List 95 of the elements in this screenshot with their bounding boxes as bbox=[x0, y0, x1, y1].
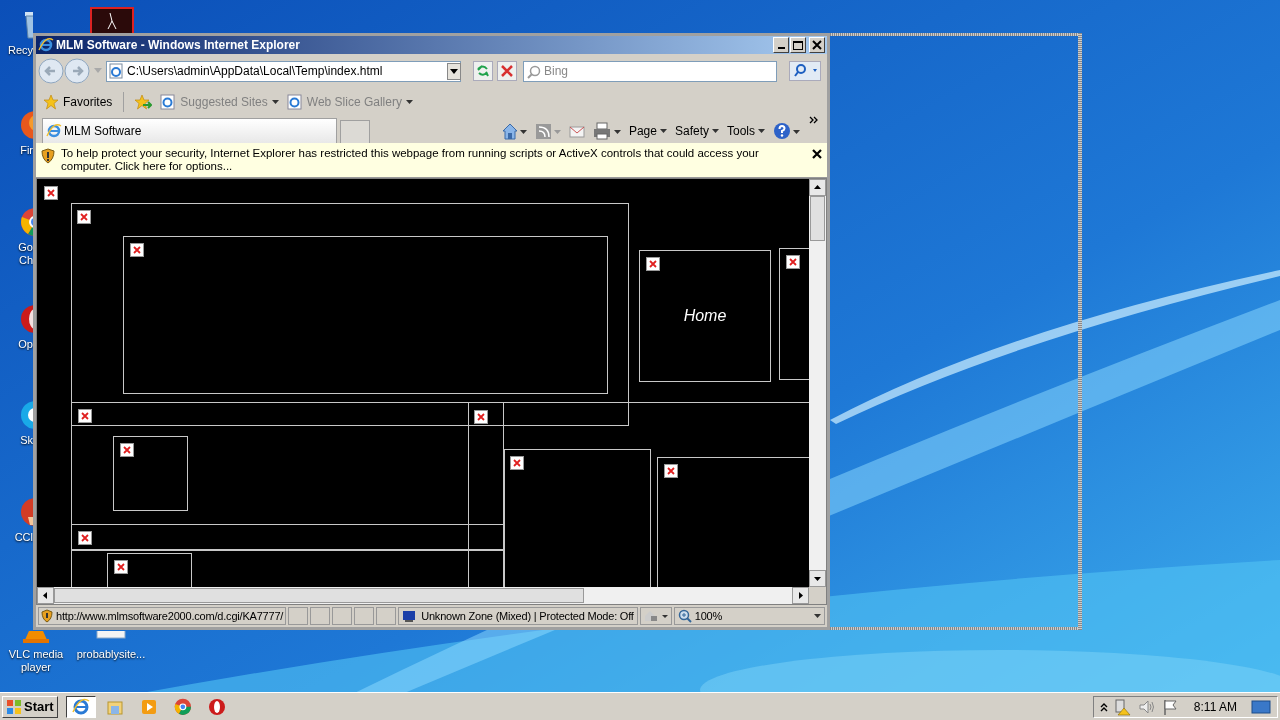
browser-logo-icon bbox=[46, 123, 62, 139]
network-warning-icon[interactable] bbox=[1113, 697, 1132, 716]
caret-icon bbox=[659, 128, 667, 133]
overflow-chevron-icon[interactable] bbox=[809, 116, 819, 126]
scroll-thumb[interactable] bbox=[810, 196, 825, 241]
browser-logo-icon bbox=[70, 696, 91, 717]
search-button[interactable] bbox=[789, 61, 821, 81]
command-menu[interactable]: Safety bbox=[674, 121, 719, 140]
scroll-right-button[interactable] bbox=[792, 587, 809, 604]
broken-image-icon bbox=[786, 255, 800, 269]
broken-image-icon bbox=[130, 243, 144, 257]
home-icon[interactable] bbox=[500, 121, 527, 140]
broken-image-icon bbox=[474, 410, 488, 424]
command-menu[interactable]: Tools bbox=[727, 121, 765, 140]
maximize-icon bbox=[793, 40, 803, 50]
broken-image-icon bbox=[114, 560, 128, 574]
flag-icon[interactable] bbox=[1161, 697, 1180, 716]
page-icon bbox=[109, 63, 123, 79]
caret-icon bbox=[271, 100, 279, 104]
security-zone: Unknown Zone (Mixed) | Protected Mode: Off bbox=[421, 608, 634, 624]
horizontal-scrollbar[interactable] bbox=[37, 587, 809, 604]
mail-icon[interactable] bbox=[568, 123, 585, 138]
clock[interactable]: 8:11 AM bbox=[1193, 697, 1237, 716]
feed-icon[interactable] bbox=[534, 121, 561, 140]
window-title: MLM Software - Windows Internet Explorer bbox=[56, 37, 300, 54]
close-icon bbox=[812, 40, 822, 50]
browser-tab[interactable]: MLM Software bbox=[42, 118, 337, 143]
stop-button[interactable] bbox=[497, 61, 517, 81]
broken-image-icon bbox=[120, 443, 134, 457]
desktop-icon[interactable] bbox=[90, 7, 134, 33]
desktop-icon-label[interactable]: probablysite... bbox=[76, 648, 146, 661]
info-bar[interactable]: To help protect your security, Internet Explorer has restricted this webpage from running scripts or ActiveX controls that could access your computer. Click here for options... bbox=[36, 143, 827, 178]
desktop-icon-label[interactable]: VLC media player bbox=[8, 648, 64, 674]
desktop-icon-label[interactable]: Go Ch bbox=[0, 241, 33, 267]
zoom-button[interactable]: 100% bbox=[673, 607, 825, 625]
favorites-button[interactable]: Favorites bbox=[42, 93, 114, 111]
info-bar-message: To help protect your security, Internet Explorer has restricted this webpage from running scripts or ActiveX controls that could access your computer. Click here for options... bbox=[61, 147, 760, 173]
desktop-icon-label[interactable]: Sk bbox=[0, 434, 33, 447]
desktop-icon-label[interactable]: Op bbox=[0, 338, 33, 351]
show-hidden-icons[interactable] bbox=[1099, 701, 1108, 712]
scrollbar-corner bbox=[809, 587, 826, 604]
print-icon[interactable] bbox=[592, 121, 621, 140]
status-pane bbox=[376, 607, 397, 625]
search-field[interactable]: Bing bbox=[523, 60, 777, 82]
show-desktop-button[interactable] bbox=[1251, 698, 1271, 715]
broken-image-icon bbox=[77, 210, 91, 224]
maximize-button[interactable] bbox=[790, 37, 806, 53]
desktop-icon-label[interactable]: Recy bbox=[0, 44, 33, 57]
star-icon bbox=[43, 94, 59, 110]
browser-logo-icon bbox=[206, 696, 227, 717]
broken-image-icon bbox=[78, 409, 92, 423]
status-url: http://www.mlmsoftware2000.com/d.cgi/KA7777/ bbox=[56, 608, 284, 624]
shield-warning-icon bbox=[41, 609, 53, 623]
magnifier-icon bbox=[677, 609, 692, 623]
caret-icon bbox=[814, 614, 821, 618]
broken-image-icon bbox=[78, 531, 92, 545]
broken-image-icon bbox=[646, 257, 660, 271]
dropdown-button[interactable] bbox=[447, 62, 461, 80]
desktop-icon-label[interactable]: CCl bbox=[0, 531, 33, 544]
page-icon bbox=[160, 94, 177, 110]
broken-image-icon bbox=[510, 456, 524, 470]
desktop-icon-label[interactable]: Fir bbox=[0, 144, 33, 157]
protected-mode-button[interactable] bbox=[639, 607, 672, 625]
broken-image-icon bbox=[664, 464, 678, 478]
status-pane bbox=[288, 607, 309, 625]
page-icon bbox=[286, 94, 303, 110]
vertical-scrollbar[interactable] bbox=[809, 179, 826, 587]
search-icon bbox=[527, 64, 541, 79]
browser-logo-icon bbox=[172, 696, 193, 717]
status-pane bbox=[332, 607, 353, 625]
minimize-button[interactable] bbox=[773, 37, 789, 53]
status-pane bbox=[354, 607, 375, 625]
refresh-button[interactable] bbox=[473, 61, 493, 81]
home-link[interactable]: Home bbox=[640, 251, 770, 381]
minimize-icon bbox=[777, 47, 785, 49]
taskbar-app[interactable] bbox=[65, 695, 96, 718]
windows-logo-icon bbox=[6, 698, 22, 715]
broken-image-icon bbox=[44, 186, 58, 200]
scroll-down-button[interactable] bbox=[809, 570, 826, 587]
browser-logo-icon bbox=[38, 37, 54, 53]
close-button[interactable] bbox=[809, 37, 825, 53]
caret-icon bbox=[758, 128, 765, 133]
scroll-left-button[interactable] bbox=[37, 587, 54, 604]
caret-icon bbox=[712, 128, 719, 133]
scroll-up-button[interactable] bbox=[809, 179, 826, 196]
command-menu[interactable]: Page bbox=[628, 121, 667, 140]
shield-warning-icon bbox=[41, 148, 55, 164]
add-favorite-icon[interactable] bbox=[134, 94, 153, 110]
help-icon[interactable] bbox=[773, 121, 801, 140]
start-button[interactable]: Start bbox=[2, 695, 58, 718]
caret-icon bbox=[405, 100, 413, 104]
scroll-thumb[interactable] bbox=[54, 588, 584, 603]
close-icon[interactable] bbox=[812, 149, 822, 159]
status-pane bbox=[310, 607, 331, 625]
address-field[interactable]: C:\Users\admin\AppData\Local\Temp\index.html bbox=[106, 60, 461, 82]
